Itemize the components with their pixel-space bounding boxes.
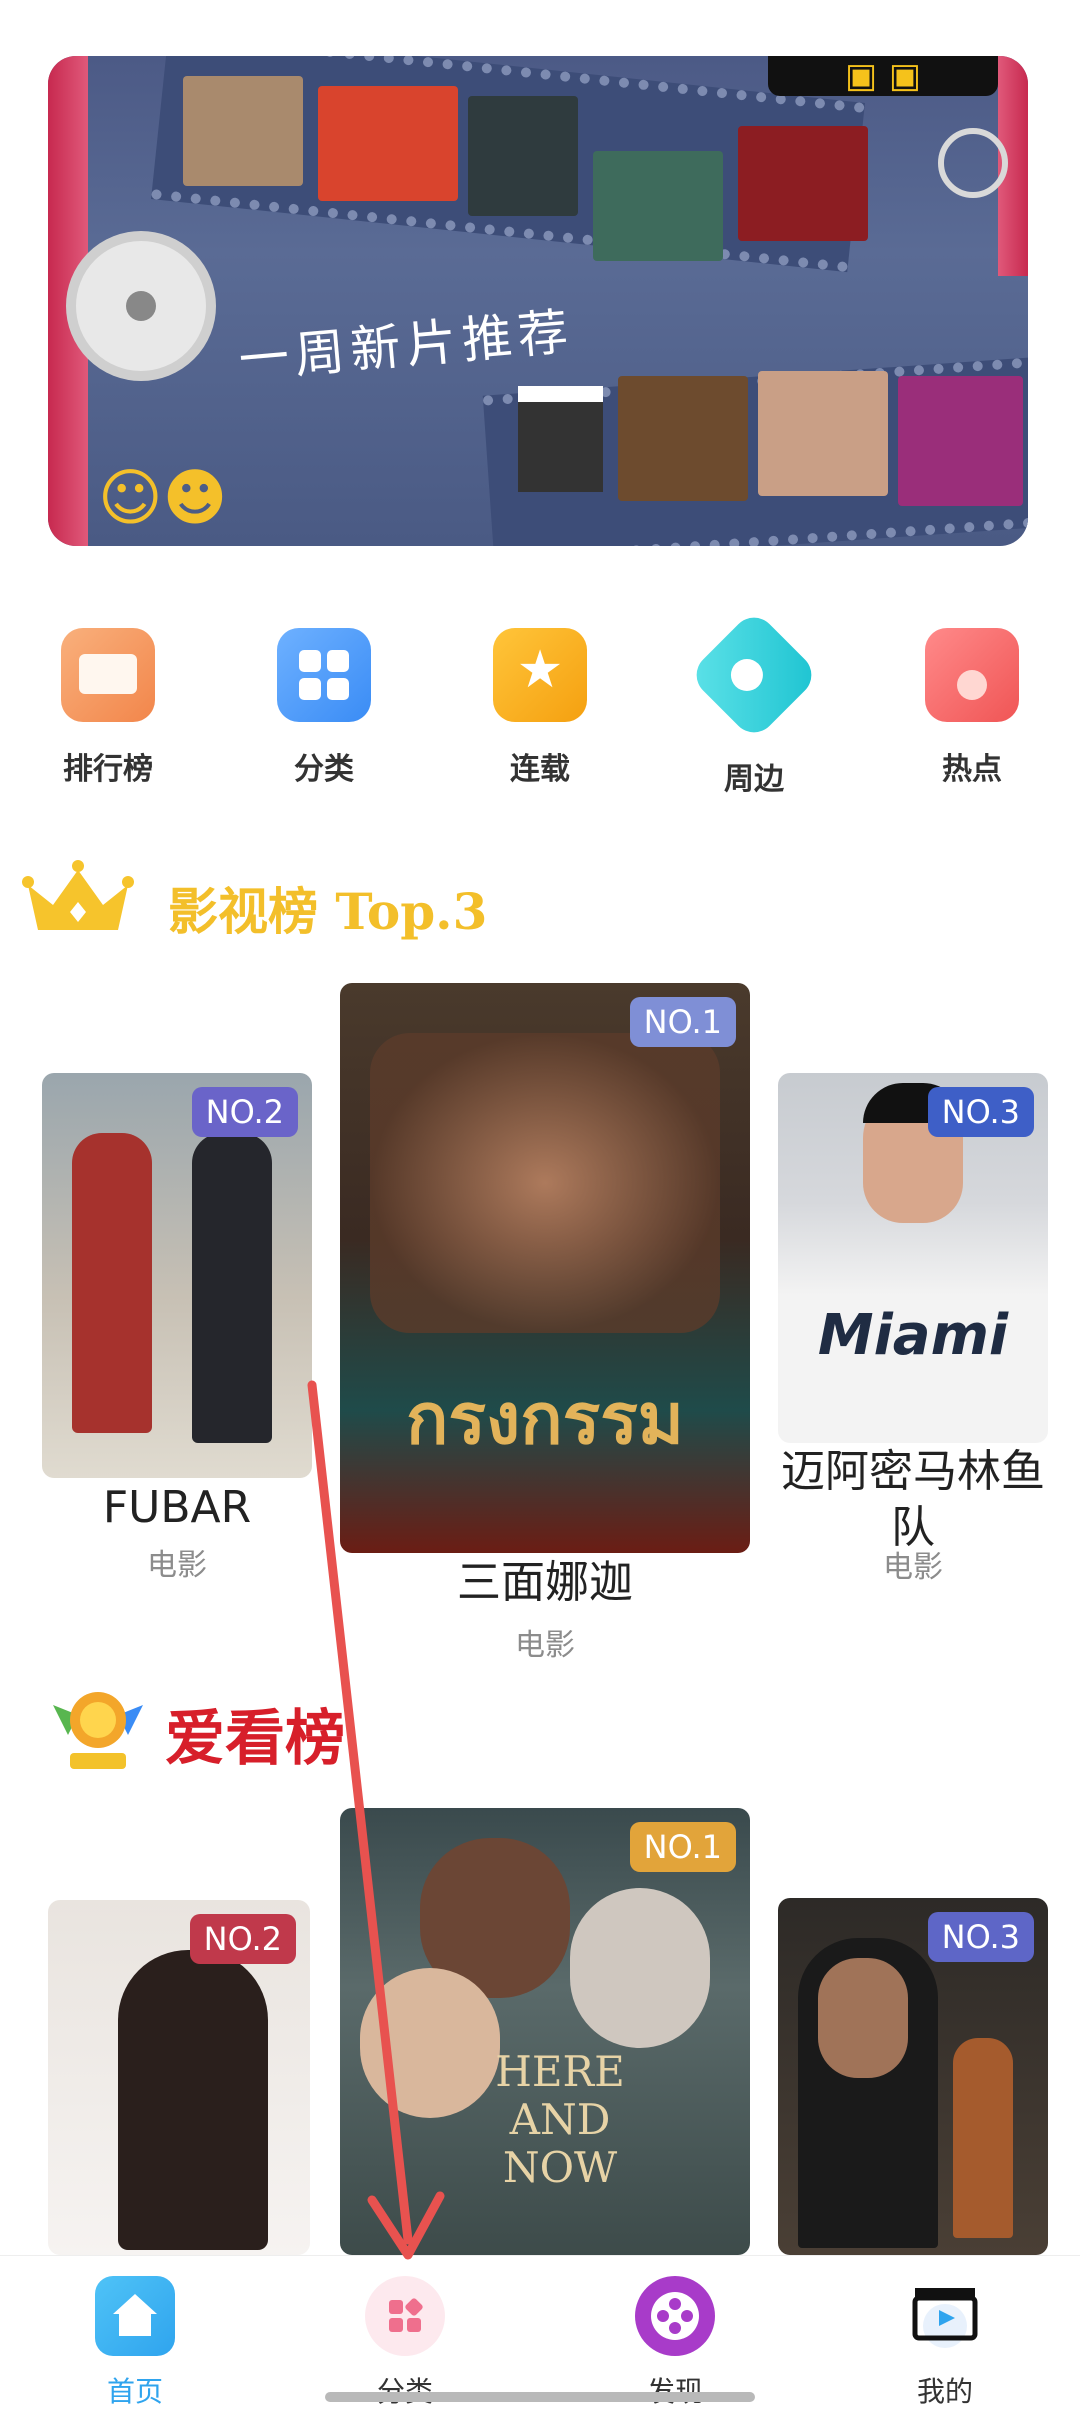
category-classify[interactable]: 分类 [244, 628, 404, 788]
rank-badge: NO.1 [629, 1822, 736, 1872]
home-icon [95, 2276, 175, 2356]
star-icon [493, 628, 587, 722]
movie-type: 电影 [883, 1550, 943, 1585]
poster-figure [570, 1888, 710, 2048]
theater-masks-icon: ☺☻ [98, 461, 228, 534]
movie-card[interactable]: NO.2 [42, 1073, 312, 1478]
grid-icon [277, 628, 371, 722]
poster-text: กรงกรรม [406, 1377, 684, 1460]
brand-logo: ▣ ▣ [768, 56, 998, 96]
nav-mine[interactable]: 我的 [870, 2276, 1020, 2410]
nav-category[interactable]: 分类 [330, 2276, 480, 2410]
movie-type: 电影 [515, 1628, 575, 1663]
category-nearby[interactable]: 周边 [674, 608, 834, 798]
home-indicator[interactable] [325, 2392, 755, 2402]
clapperboard-icon [518, 386, 603, 492]
category-serial[interactable]: 连载 [460, 628, 620, 788]
banner-poster [468, 96, 578, 216]
nav-home[interactable]: 首页 [60, 2276, 210, 2410]
poster-figure [72, 1133, 152, 1433]
poster-figure [192, 1133, 272, 1443]
nav-label: 发现 [600, 2370, 750, 2410]
category-label: 周边 [724, 762, 784, 797]
movie-card[interactable]: NO.2 [48, 1900, 310, 2255]
movie-card[interactable]: HERE AND NOW NO.1 [340, 1808, 750, 2255]
category-ranking[interactable]: 排行榜 [28, 628, 188, 788]
category-label: 连载 [510, 752, 570, 787]
banner-poster [618, 376, 748, 501]
movie-title[interactable]: 三面娜迦 [340, 1555, 750, 1611]
banner-poster [318, 86, 458, 201]
rank-badge: NO.1 [629, 997, 736, 1047]
poster-figure [370, 1033, 720, 1333]
category-label: 热点 [942, 752, 1002, 787]
category-label: 分类 [294, 752, 354, 787]
crown-icon [22, 860, 134, 930]
banner-poster [593, 151, 723, 261]
nav-discover[interactable]: 发现 [600, 2276, 750, 2410]
poster-figure [953, 2038, 1013, 2238]
poster-figure [818, 1958, 908, 2078]
section-title-aikan: 爱看榜 [165, 1704, 345, 1774]
nav-label: 首页 [106, 2375, 163, 2408]
banner-poster [758, 371, 888, 496]
promo-banner[interactable]: ▣ ▣ ☺☻ 一周新片推荐 [48, 56, 1028, 546]
film-reel-icon [66, 231, 216, 381]
film-reel-icon [938, 128, 1008, 198]
movie-title[interactable]: FUBAR [42, 1480, 312, 1536]
poster-figure [360, 1968, 500, 2118]
rank-badge: NO.2 [191, 1087, 298, 1137]
banner-title: 一周新片推荐 [236, 302, 577, 390]
movie-card[interactable]: NO.3 [778, 1898, 1048, 2255]
category-hot[interactable]: 热点 [892, 628, 1052, 788]
movie-title[interactable]: 迈阿密马林鱼队 [768, 1444, 1058, 1556]
category-icon [365, 2276, 445, 2356]
movie-type: 电影 [147, 1548, 207, 1583]
rank-badge: NO.3 [927, 1912, 1034, 1962]
movie-card[interactable]: กรงกรรม NO.1 [340, 983, 750, 1553]
book-icon [61, 628, 155, 722]
category-label: 排行榜 [63, 752, 153, 787]
section-title-top3: 影视榜 Top.3 [168, 882, 488, 941]
banner-poster [738, 126, 868, 241]
banner-poster [183, 76, 303, 186]
movie-card[interactable]: Miami NO.3 [778, 1073, 1048, 1443]
bottom-navigation: 首页 分类 发现 我的 [0, 2255, 1080, 2409]
film-reel-icon [635, 2276, 715, 2356]
poster-text: Miami [817, 1303, 1009, 1368]
flame-icon [925, 628, 1019, 722]
banner-poster [898, 376, 1023, 506]
rank-badge: NO.3 [927, 1087, 1034, 1137]
nav-label: 分类 [330, 2370, 480, 2410]
medal-icon [53, 1692, 143, 1769]
nav-label: 我的 [916, 2375, 973, 2408]
location-pin-icon [687, 608, 821, 742]
poster-text: HERE AND NOW [495, 2047, 625, 2192]
clapper-icon [905, 2276, 985, 2356]
rank-badge: NO.2 [189, 1914, 296, 1964]
poster-figure [118, 1950, 268, 2250]
